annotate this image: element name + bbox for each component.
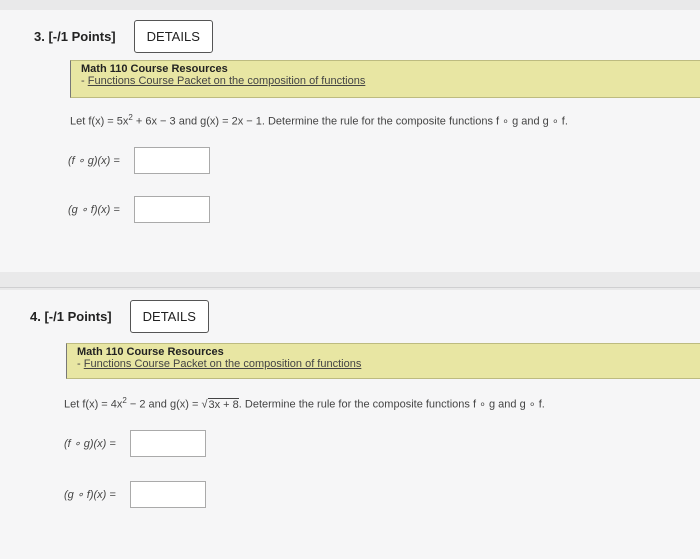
- section-divider: [0, 287, 700, 288]
- resources-link[interactable]: Functions Course Packet on the compositi…: [88, 75, 366, 87]
- question-3-header: 3. [-/1 Points] DETAILS: [34, 20, 213, 53]
- resources-title: Math 110 Course Resources: [77, 346, 224, 358]
- question-prompt: Let f(x) = 5x2 + 6x − 3 and g(x) = 2x − …: [70, 113, 568, 128]
- question-3: 3. [-/1 Points] DETAILS Math 110 Course …: [0, 10, 700, 272]
- course-resources-box: Math 110 Course Resources - Functions Co…: [70, 60, 700, 98]
- answer-label: (g ∘ f)(x) =: [68, 204, 120, 216]
- details-button[interactable]: DETAILS: [129, 300, 209, 333]
- answer-input-gof[interactable]: [130, 481, 206, 508]
- answer-row-gof: (g ∘ f)(x) =: [68, 196, 210, 223]
- answer-input-fog[interactable]: [134, 147, 210, 174]
- answer-input-gof[interactable]: [134, 196, 210, 223]
- course-resources-box: Math 110 Course Resources - Functions Co…: [66, 343, 700, 379]
- resources-title: Math 110 Course Resources: [81, 63, 228, 75]
- question-prompt: Let f(x) = 4x2 − 2 and g(x) = √3x + 8. D…: [64, 396, 545, 411]
- resources-link[interactable]: Functions Course Packet on the compositi…: [84, 358, 362, 370]
- answer-row-fog: (f ∘ g)(x) =: [64, 430, 206, 457]
- answer-row-gof: (g ∘ f)(x) =: [64, 481, 206, 508]
- answer-row-fog: (f ∘ g)(x) =: [68, 147, 210, 174]
- question-4-header: 4. [-/1 Points] DETAILS: [30, 300, 209, 333]
- question-number: 3. [-/1 Points]: [34, 29, 116, 44]
- answer-label: (g ∘ f)(x) =: [64, 489, 116, 501]
- question-number: 4. [-/1 Points]: [30, 309, 112, 324]
- question-4: 4. [-/1 Points] DETAILS Math 110 Course …: [0, 290, 700, 559]
- details-button[interactable]: DETAILS: [133, 20, 213, 53]
- answer-label: (f ∘ g)(x) =: [68, 155, 120, 167]
- answer-input-fog[interactable]: [130, 430, 206, 457]
- answer-label: (f ∘ g)(x) =: [64, 438, 116, 450]
